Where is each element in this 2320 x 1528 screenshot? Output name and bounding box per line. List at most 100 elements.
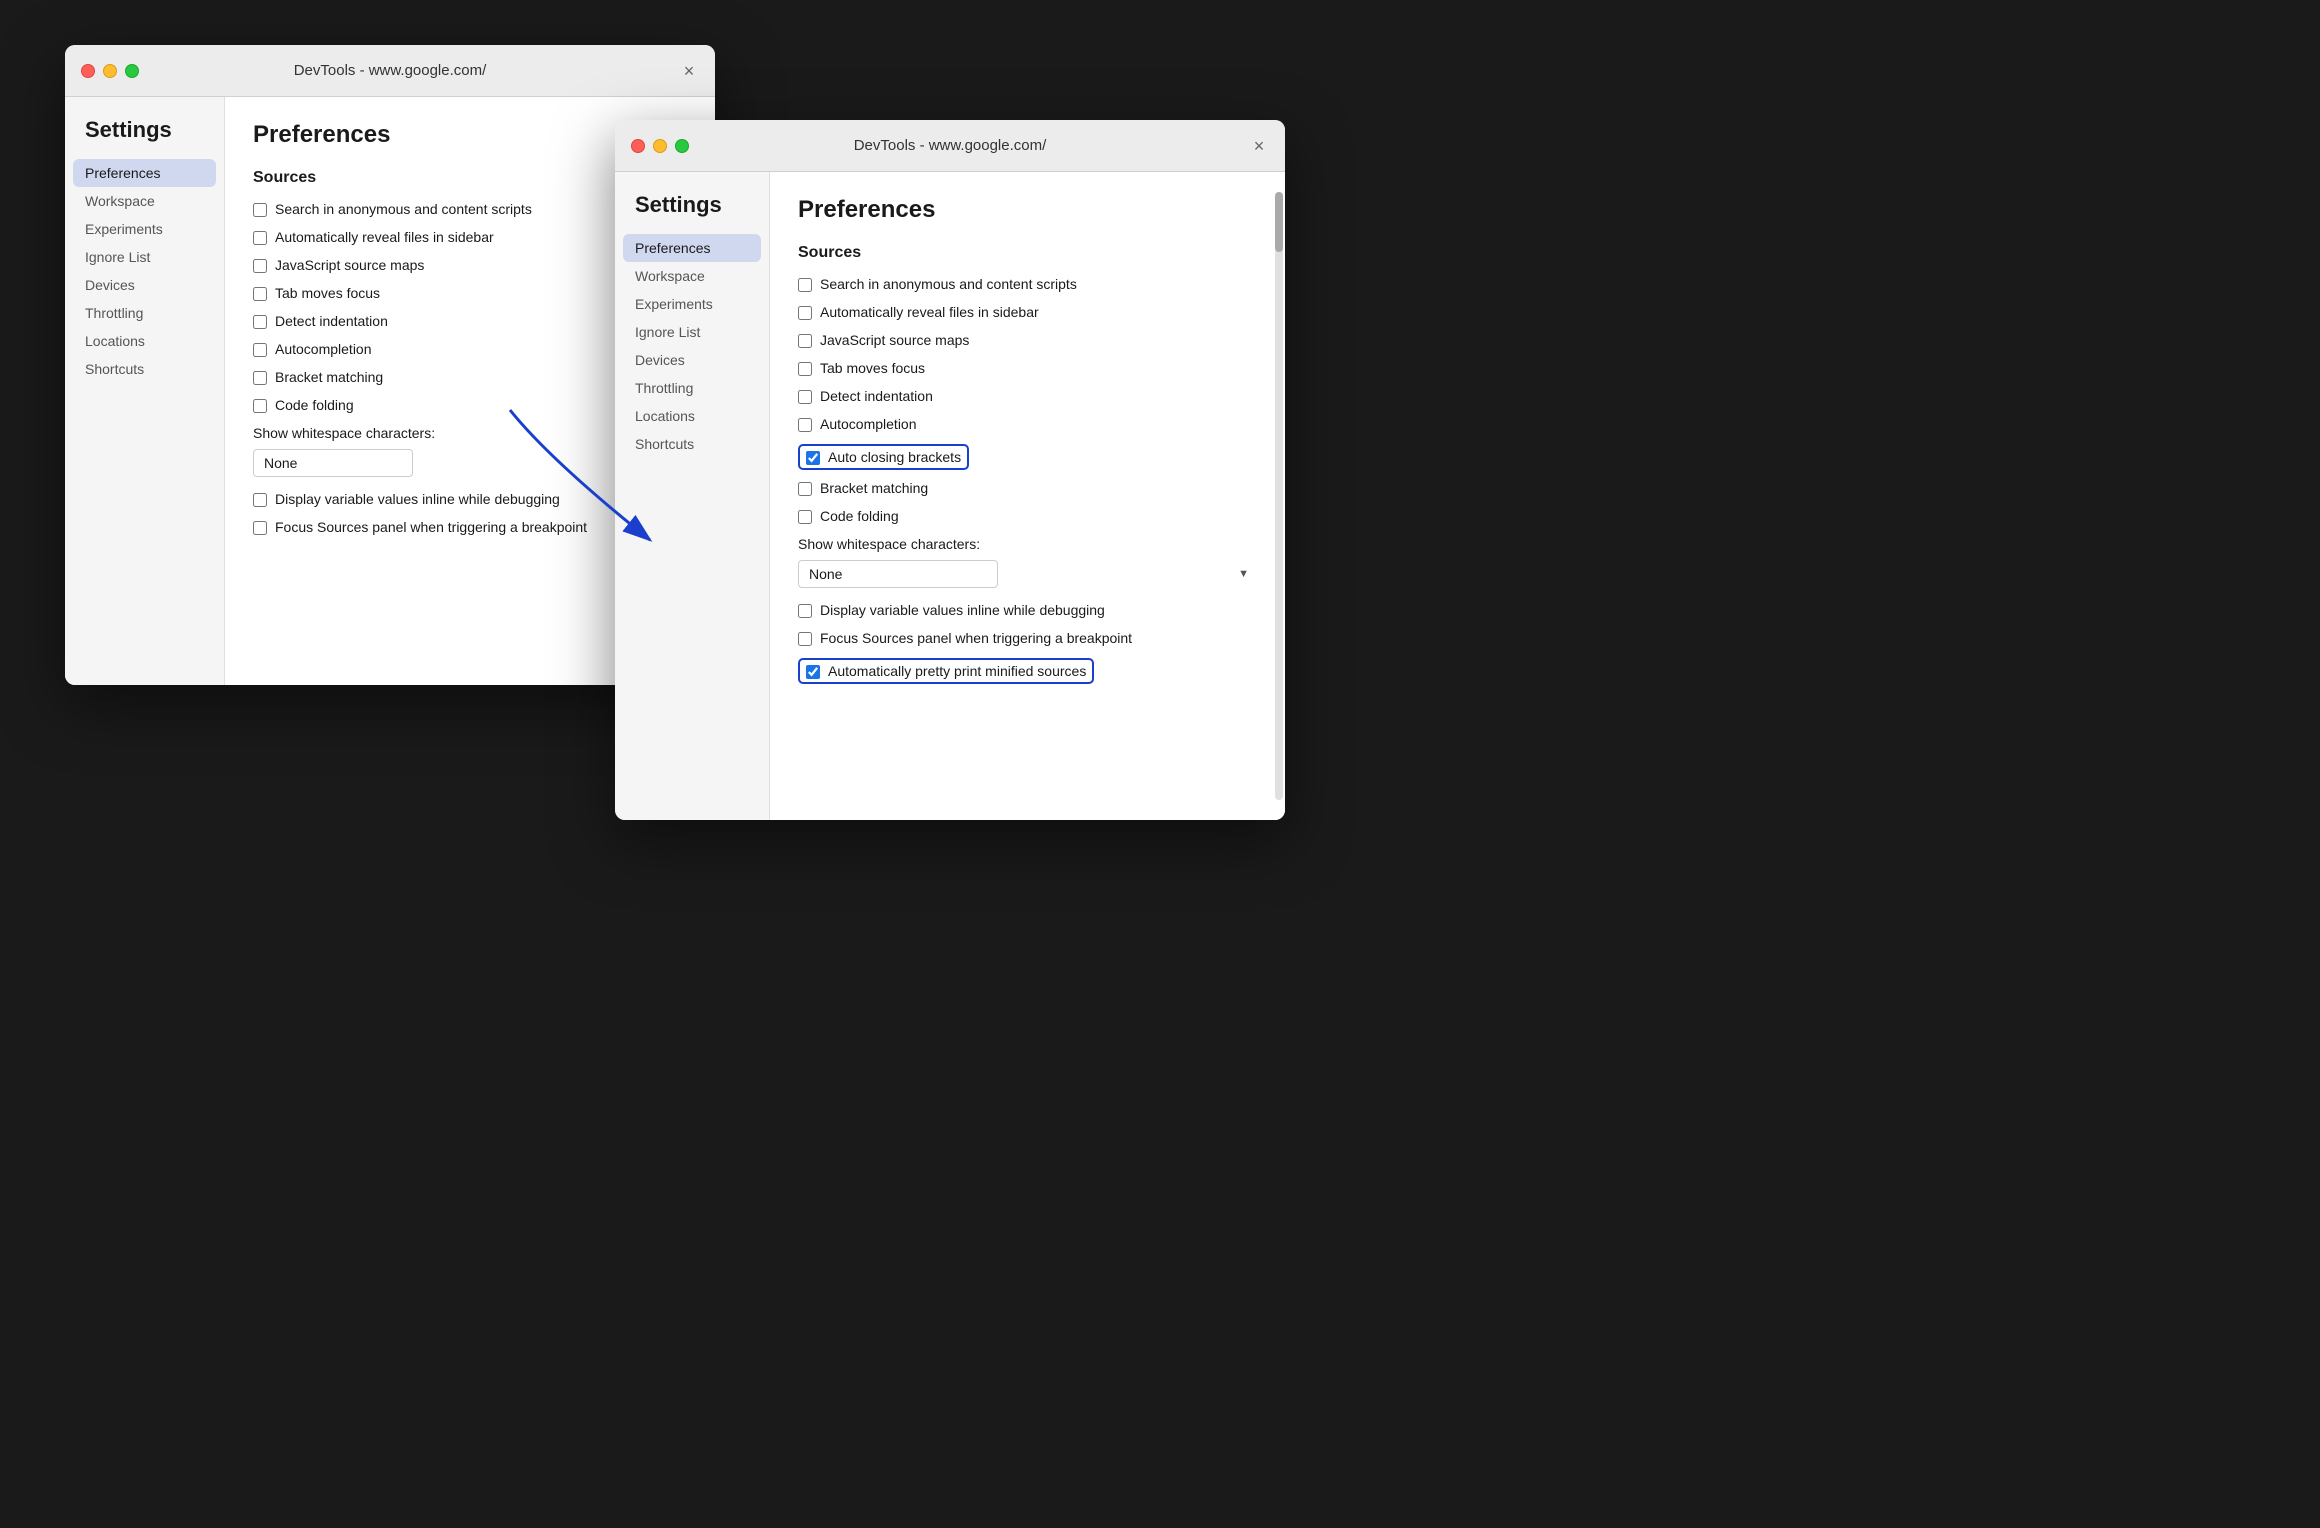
sidebar-item-locations-2[interactable]: Locations	[615, 402, 769, 430]
checkbox-bracketmatch-2: Bracket matching	[798, 480, 1257, 496]
whitespace-select-2[interactable]: None All Trailing	[798, 560, 998, 588]
sidebar-item-shortcuts-1[interactable]: Shortcuts	[65, 355, 224, 383]
checkbox-displayvars-input-1[interactable]	[253, 493, 267, 507]
checkbox-detectindent-input-1[interactable]	[253, 315, 267, 329]
checkbox-sourcemaps-input-2[interactable]	[798, 334, 812, 348]
sidebar-item-ignorelist-2[interactable]: Ignore List	[615, 318, 769, 346]
window-body-2: Settings Preferences Workspace Experimen…	[615, 172, 1285, 820]
checkbox-detectindent-label-2: Detect indentation	[820, 388, 933, 404]
checkbox-autocomplete-2: Autocompletion	[798, 416, 1257, 432]
sidebar-title-1: Settings	[65, 117, 224, 159]
minimize-traffic-light-2[interactable]	[653, 139, 667, 153]
scrollbar-thumb-2	[1275, 192, 1283, 252]
checkbox-bracketmatch-label-1: Bracket matching	[275, 369, 383, 385]
sidebar-item-preferences-2[interactable]: Preferences	[623, 234, 761, 262]
sidebar-1: Settings Preferences Workspace Experimen…	[65, 97, 225, 685]
checkbox-autopretty-label-2: Automatically pretty print minified sour…	[828, 663, 1086, 679]
checkbox-detectindent-label-1: Detect indentation	[275, 313, 388, 329]
checkbox-focussources-label-2: Focus Sources panel when triggering a br…	[820, 630, 1132, 646]
sidebar-title-2: Settings	[615, 192, 769, 234]
checkbox-autocomplete-label-1: Autocompletion	[275, 341, 372, 357]
titlebar-title-1: DevTools - www.google.com/	[294, 62, 487, 79]
sidebar-item-devices-1[interactable]: Devices	[65, 271, 224, 299]
checkbox-autoclosing-input-2[interactable]	[806, 451, 820, 465]
titlebar-title-2: DevTools - www.google.com/	[854, 137, 1047, 154]
traffic-lights-2	[631, 139, 689, 153]
devtools-window-2: DevTools - www.google.com/ × Settings Pr…	[615, 120, 1285, 820]
checkbox-autoclosing-label-2: Auto closing brackets	[828, 449, 961, 465]
checkbox-focussources-input-1[interactable]	[253, 521, 267, 535]
checkbox-reveal-label-1: Automatically reveal files in sidebar	[275, 229, 494, 245]
checkbox-autopretty-input-2[interactable]	[806, 665, 820, 679]
checkbox-focussources-label-1: Focus Sources panel when triggering a br…	[275, 519, 587, 535]
checkbox-search-anon-2: Search in anonymous and content scripts	[798, 276, 1257, 292]
checkbox-displayvars-input-2[interactable]	[798, 604, 812, 618]
checkbox-search-anon-input-2[interactable]	[798, 278, 812, 292]
checkbox-tabfocus-label-2: Tab moves focus	[820, 360, 925, 376]
checkbox-detectindent-2: Detect indentation	[798, 388, 1257, 404]
checkbox-tabfocus-input-1[interactable]	[253, 287, 267, 301]
checkbox-sourcemaps-input-1[interactable]	[253, 259, 267, 273]
sidebar-item-experiments-1[interactable]: Experiments	[65, 215, 224, 243]
checkbox-codefolding-input-1[interactable]	[253, 399, 267, 413]
checkbox-search-anon-label-2: Search in anonymous and content scripts	[820, 276, 1077, 292]
checkbox-autocomplete-label-2: Autocompletion	[820, 416, 917, 432]
sidebar-item-ignorelist-1[interactable]: Ignore List	[65, 243, 224, 271]
minimize-traffic-light-1[interactable]	[103, 64, 117, 78]
checkbox-codefolding-label-2: Code folding	[820, 508, 899, 524]
checkbox-sourcemaps-2: JavaScript source maps	[798, 332, 1257, 348]
sidebar-item-preferences-1[interactable]: Preferences	[73, 159, 216, 187]
checkbox-autocomplete-input-2[interactable]	[798, 418, 812, 432]
checkbox-search-anon-input-1[interactable]	[253, 203, 267, 217]
checkbox-reveal-input-1[interactable]	[253, 231, 267, 245]
sidebar-item-locations-1[interactable]: Locations	[65, 327, 224, 355]
whitespace-label-2: Show whitespace characters:	[798, 536, 1257, 552]
sidebar-2: Settings Preferences Workspace Experimen…	[615, 172, 770, 820]
select-arrow-icon-2: ▼	[1238, 568, 1249, 580]
sources-section-2: Sources	[798, 244, 1257, 262]
checkbox-autoclosing-2: Auto closing brackets	[798, 444, 1257, 470]
checkbox-focussources-2: Focus Sources panel when triggering a br…	[798, 630, 1257, 646]
checkbox-codefolding-input-2[interactable]	[798, 510, 812, 524]
auto-closing-highlight-box: Auto closing brackets	[798, 444, 969, 470]
checkbox-bracketmatch-input-1[interactable]	[253, 371, 267, 385]
sidebar-item-throttling-2[interactable]: Throttling	[615, 374, 769, 402]
checkbox-bracketmatch-input-2[interactable]	[798, 482, 812, 496]
maximize-traffic-light-2[interactable]	[675, 139, 689, 153]
whitespace-select-1[interactable]: None All Trailing	[253, 449, 413, 477]
checkbox-detectindent-input-2[interactable]	[798, 390, 812, 404]
checkbox-tabfocus-2: Tab moves focus	[798, 360, 1257, 376]
close-traffic-light-1[interactable]	[81, 64, 95, 78]
sidebar-item-devices-2[interactable]: Devices	[615, 346, 769, 374]
checkbox-sourcemaps-label-2: JavaScript source maps	[820, 332, 969, 348]
checkbox-reveal-2: Automatically reveal files in sidebar	[798, 304, 1257, 320]
content-title-2: Preferences	[798, 196, 1257, 224]
close-button-2[interactable]: ×	[1249, 136, 1269, 156]
close-traffic-light-2[interactable]	[631, 139, 645, 153]
content-2: Preferences Sources Search in anonymous …	[770, 172, 1285, 820]
checkbox-reveal-label-2: Automatically reveal files in sidebar	[820, 304, 1039, 320]
sidebar-item-workspace-2[interactable]: Workspace	[615, 262, 769, 290]
whitespace-select-wrapper-2: None All Trailing ▼	[798, 560, 1257, 588]
checkbox-displayvars-label-1: Display variable values inline while deb…	[275, 491, 560, 507]
checkbox-codefolding-label-1: Code folding	[275, 397, 354, 413]
close-button-1[interactable]: ×	[679, 61, 699, 81]
checkbox-codefolding-2: Code folding	[798, 508, 1257, 524]
checkbox-tabfocus-label-1: Tab moves focus	[275, 285, 380, 301]
scrollbar-2[interactable]	[1275, 192, 1283, 800]
titlebar-2: DevTools - www.google.com/ ×	[615, 120, 1285, 172]
sidebar-item-experiments-2[interactable]: Experiments	[615, 290, 769, 318]
maximize-traffic-light-1[interactable]	[125, 64, 139, 78]
checkbox-tabfocus-input-2[interactable]	[798, 362, 812, 376]
sidebar-item-workspace-1[interactable]: Workspace	[65, 187, 224, 215]
checkbox-reveal-input-2[interactable]	[798, 306, 812, 320]
auto-pretty-highlight-box: Automatically pretty print minified sour…	[798, 658, 1094, 684]
sidebar-item-throttling-1[interactable]: Throttling	[65, 299, 224, 327]
checkbox-autopretty-2: Automatically pretty print minified sour…	[798, 658, 1257, 684]
checkbox-displayvars-2: Display variable values inline while deb…	[798, 602, 1257, 618]
checkbox-autocomplete-input-1[interactable]	[253, 343, 267, 357]
sidebar-item-shortcuts-2[interactable]: Shortcuts	[615, 430, 769, 458]
checkbox-sourcemaps-label-1: JavaScript source maps	[275, 257, 424, 273]
checkbox-search-anon-label-1: Search in anonymous and content scripts	[275, 201, 532, 217]
checkbox-focussources-input-2[interactable]	[798, 632, 812, 646]
